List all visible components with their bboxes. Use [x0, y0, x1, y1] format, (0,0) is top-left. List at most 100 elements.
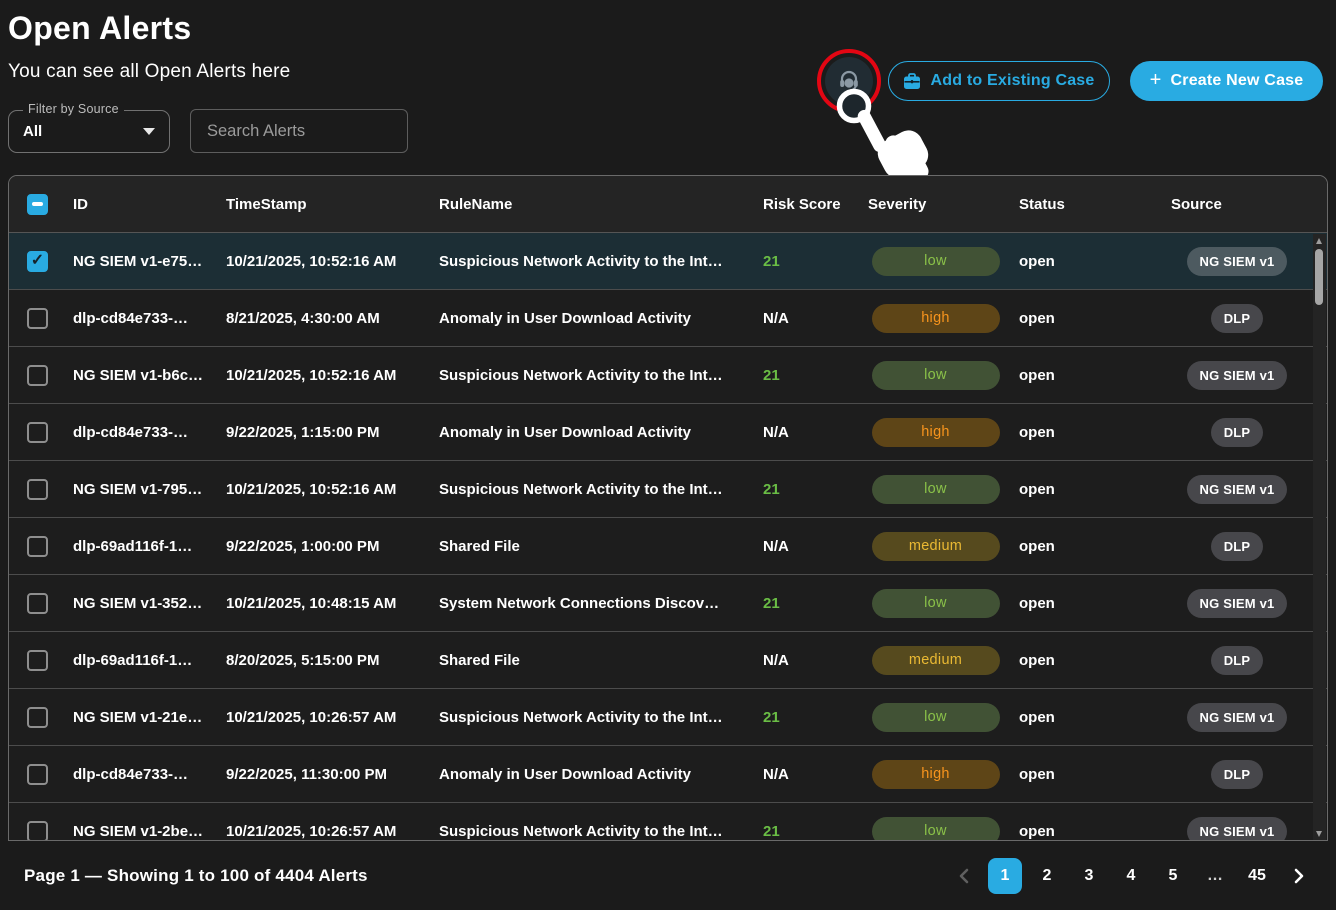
cell-id: dlp-cd84e733-…: [65, 424, 218, 441]
cell-timestamp: 10/21/2025, 10:52:16 AM: [218, 253, 431, 270]
cell-id: dlp-69ad116f-1…: [65, 538, 218, 555]
cell-rulename: Suspicious Network Activity to the Int…: [431, 253, 755, 270]
cell-rulename: Anomaly in User Download Activity: [431, 310, 755, 327]
cell-riskscore: N/A: [755, 310, 860, 327]
source-badge: NG SIEM v1: [1187, 703, 1288, 732]
scrollbar-up-arrow-icon[interactable]: [1316, 238, 1322, 244]
source-badge: NG SIEM v1: [1187, 817, 1288, 842]
cell-timestamp: 9/22/2025, 1:15:00 PM: [218, 424, 431, 441]
chevron-down-icon: [143, 128, 155, 135]
page-buttons: 12345…45: [988, 858, 1274, 894]
search-input[interactable]: [190, 109, 408, 153]
page-button-45[interactable]: 45: [1240, 858, 1274, 894]
scrollbar-down-arrow-icon[interactable]: [1316, 831, 1322, 837]
page-button-2[interactable]: 2: [1030, 858, 1064, 894]
page-button-4[interactable]: 4: [1114, 858, 1148, 894]
create-new-case-button[interactable]: + Create New Case: [1130, 61, 1323, 101]
table-row[interactable]: dlp-cd84e733-… 8/21/2025, 4:30:00 AM Ano…: [9, 290, 1327, 347]
cell-status: open: [1011, 709, 1163, 726]
row-checkbox[interactable]: [27, 821, 48, 842]
column-header-status[interactable]: Status: [1011, 196, 1163, 213]
source-badge: DLP: [1211, 760, 1264, 789]
row-checkbox[interactable]: [27, 650, 48, 671]
severity-badge: low: [872, 817, 1000, 842]
cell-rulename: Suspicious Network Activity to the Int…: [431, 367, 755, 384]
table-row[interactable]: NG SIEM v1-2be… 10/21/2025, 10:26:57 AM …: [9, 803, 1327, 841]
table-row[interactable]: dlp-69ad116f-1… 9/22/2025, 1:00:00 PM Sh…: [9, 518, 1327, 575]
pagination: 12345…45: [946, 858, 1316, 894]
support-button[interactable]: [825, 57, 873, 105]
filter-label: Filter by Source: [23, 102, 124, 116]
cell-rulename: Shared File: [431, 652, 755, 669]
column-header-id[interactable]: ID: [65, 196, 218, 213]
cell-status: open: [1011, 424, 1163, 441]
source-badge: DLP: [1211, 532, 1264, 561]
cell-riskscore: N/A: [755, 652, 860, 669]
severity-badge: low: [872, 703, 1000, 732]
table-scrollbar[interactable]: [1313, 234, 1326, 841]
source-badge: NG SIEM v1: [1187, 589, 1288, 618]
select-all-checkbox[interactable]: [27, 194, 48, 215]
table-row[interactable]: ✓ NG SIEM v1-e75… 10/21/2025, 10:52:16 A…: [9, 233, 1327, 290]
cell-id: dlp-cd84e733-…: [65, 766, 218, 783]
page-button-3[interactable]: 3: [1072, 858, 1106, 894]
table-row[interactable]: dlp-cd84e733-… 9/22/2025, 1:15:00 PM Ano…: [9, 404, 1327, 461]
row-checkbox[interactable]: [27, 308, 48, 329]
cell-id: NG SIEM v1-e75…: [65, 253, 218, 270]
cell-status: open: [1011, 595, 1163, 612]
cell-id: NG SIEM v1-b6c…: [65, 367, 218, 384]
row-checkbox[interactable]: [27, 365, 48, 386]
row-checkbox[interactable]: ✓: [27, 251, 48, 272]
page-ellipsis: …: [1198, 858, 1232, 894]
cell-timestamp: 10/21/2025, 10:26:57 AM: [218, 709, 431, 726]
cell-status: open: [1011, 823, 1163, 840]
page-button-1[interactable]: 1: [988, 858, 1022, 894]
briefcase-icon: [903, 73, 921, 90]
severity-badge: low: [872, 475, 1000, 504]
row-checkbox[interactable]: [27, 479, 48, 500]
row-checkbox[interactable]: [27, 707, 48, 728]
row-checkbox[interactable]: [27, 764, 48, 785]
page-button-5[interactable]: 5: [1156, 858, 1190, 894]
column-header-riskscore[interactable]: Risk Score: [755, 196, 860, 213]
table-row[interactable]: dlp-cd84e733-… 9/22/2025, 11:30:00 PM An…: [9, 746, 1327, 803]
cell-rulename: Anomaly in User Download Activity: [431, 766, 755, 783]
source-badge: NG SIEM v1: [1187, 361, 1288, 390]
severity-badge: low: [872, 247, 1000, 276]
column-header-rulename[interactable]: RuleName: [431, 196, 755, 213]
cell-riskscore: 21: [755, 709, 860, 726]
table-row[interactable]: NG SIEM v1-21e… 10/21/2025, 10:26:57 AM …: [9, 689, 1327, 746]
cell-status: open: [1011, 367, 1163, 384]
column-header-source[interactable]: Source: [1163, 196, 1328, 213]
alerts-table: ID TimeStamp RuleName Risk Score Severit…: [8, 175, 1328, 841]
row-checkbox[interactable]: [27, 422, 48, 443]
filter-by-source-select[interactable]: Filter by Source All: [8, 110, 170, 153]
table-row[interactable]: NG SIEM v1-b6c… 10/21/2025, 10:52:16 AM …: [9, 347, 1327, 404]
cell-id: NG SIEM v1-2be…: [65, 823, 218, 840]
source-badge: NG SIEM v1: [1187, 475, 1288, 504]
cell-rulename: Anomaly in User Download Activity: [431, 424, 755, 441]
scrollbar-thumb[interactable]: [1315, 249, 1323, 305]
table-row[interactable]: NG SIEM v1-795… 10/21/2025, 10:52:16 AM …: [9, 461, 1327, 518]
row-checkbox[interactable]: [27, 536, 48, 557]
cell-rulename: Suspicious Network Activity to the Int…: [431, 823, 755, 840]
cell-id: NG SIEM v1-21e…: [65, 709, 218, 726]
pagination-summary: Page 1 — Showing 1 to 100 of 4404 Alerts: [24, 866, 368, 886]
next-page-button[interactable]: [1282, 858, 1316, 894]
column-header-timestamp[interactable]: TimeStamp: [218, 196, 431, 213]
table-header-row: ID TimeStamp RuleName Risk Score Severit…: [9, 176, 1327, 233]
table-row[interactable]: dlp-69ad116f-1… 8/20/2025, 5:15:00 PM Sh…: [9, 632, 1327, 689]
cell-riskscore: 21: [755, 367, 860, 384]
headset-agent-icon: [835, 67, 863, 95]
add-to-existing-case-button[interactable]: Add to Existing Case: [888, 61, 1110, 101]
source-badge: DLP: [1211, 646, 1264, 675]
column-header-severity[interactable]: Severity: [860, 196, 1011, 213]
prev-page-button[interactable]: [946, 858, 980, 894]
cell-id: NG SIEM v1-352…: [65, 595, 218, 612]
cell-timestamp: 10/21/2025, 10:52:16 AM: [218, 367, 431, 384]
add-to-existing-case-label: Add to Existing Case: [930, 72, 1094, 90]
severity-badge: high: [872, 418, 1000, 447]
row-checkbox[interactable]: [27, 593, 48, 614]
table-row[interactable]: NG SIEM v1-352… 10/21/2025, 10:48:15 AM …: [9, 575, 1327, 632]
chevron-left-icon: [958, 868, 969, 884]
